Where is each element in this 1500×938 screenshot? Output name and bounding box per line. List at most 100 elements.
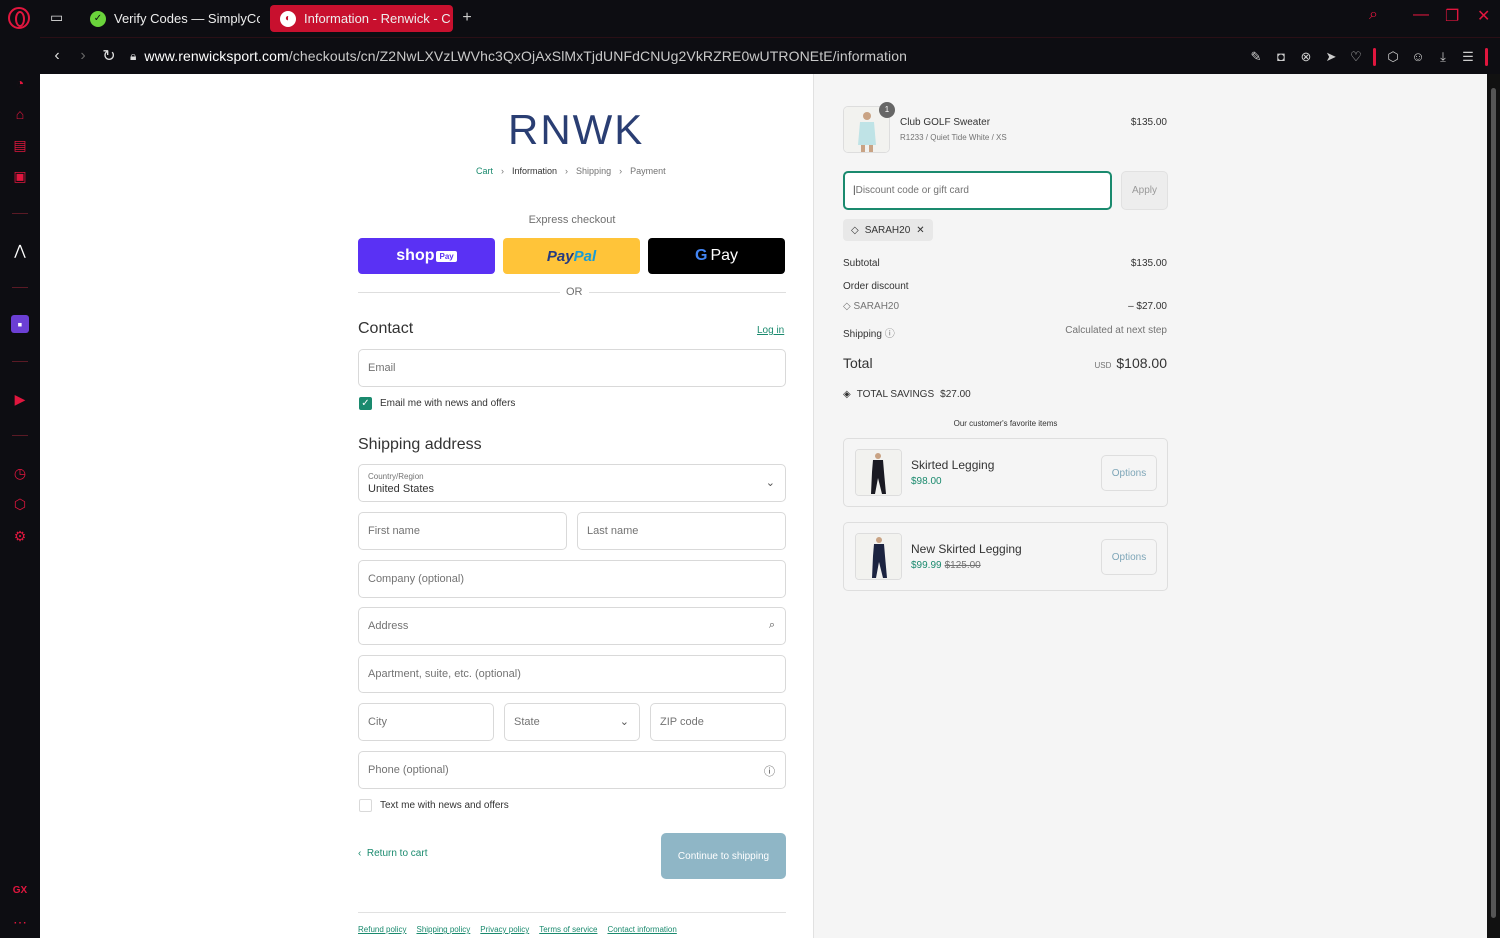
tag-icon: ◇	[843, 301, 854, 312]
email-optin-checkbox[interactable]: ✓	[359, 397, 372, 410]
new-tab-icon[interactable]: +	[458, 9, 476, 27]
privacy-policy-link[interactable]: Privacy policy	[480, 925, 529, 934]
profile-icon[interactable]: ☺	[1410, 49, 1426, 65]
send-icon[interactable]: ➤	[1323, 49, 1339, 65]
more-icon[interactable]: ⋯	[11, 913, 29, 931]
shipping-address-heading: Shipping address	[358, 436, 482, 453]
cube-icon[interactable]: ⬡	[1385, 49, 1401, 65]
gx-corner-icon[interactable]: ▤	[11, 136, 29, 154]
continue-to-shipping-button[interactable]: Continue to shipping	[661, 833, 786, 879]
return-to-cart-link[interactable]: ‹ Return to cart	[358, 848, 427, 859]
extensions-icon[interactable]: ⬡	[11, 495, 29, 513]
apply-discount-button[interactable]: Apply	[1121, 171, 1168, 210]
settings-icon[interactable]: ⚙	[11, 527, 29, 545]
shop-pay-label: shop	[396, 247, 435, 264]
url-field[interactable]: www.renwicksport.com/checkouts/cn/Z2NwLX…	[144, 48, 907, 64]
express-checkout-label: Express checkout	[528, 214, 616, 226]
edit-icon[interactable]: ✎	[1248, 49, 1264, 65]
chevron-right-icon: ›	[619, 166, 623, 176]
download-icon[interactable]: ⤓	[1435, 49, 1451, 65]
twitch-icon[interactable]: ▪	[11, 315, 29, 333]
messenger-icon[interactable]: ▣	[11, 167, 29, 185]
log-in-link[interactable]: Log in	[757, 325, 784, 336]
help-icon[interactable]: ⓘ	[764, 763, 775, 779]
heart-icon[interactable]: ♡	[1348, 49, 1364, 65]
browser-window: ▭ ✓ Verify Codes — SimplyCo ◐ Informatio…	[0, 0, 1500, 938]
camera-icon[interactable]: ◘	[1273, 49, 1289, 65]
player-icon[interactable]: ▶	[11, 390, 29, 408]
tab-islands-icon[interactable]: ▭	[50, 9, 70, 27]
block-icon[interactable]: ⊗	[1298, 49, 1314, 65]
history-icon[interactable]: ◷	[11, 464, 29, 482]
footer-links: Refund policy Shipping policy Privacy po…	[358, 925, 677, 934]
contact-information-link[interactable]: Contact information	[607, 925, 676, 934]
gx-label[interactable]: GX	[11, 882, 29, 900]
apartment-field[interactable]: Apartment, suite, etc. (optional)	[358, 655, 786, 693]
tab-verify-codes[interactable]: ✓ Verify Codes — SimplyCo	[80, 5, 260, 32]
google-pay-button[interactable]: G Pay	[648, 238, 785, 274]
store-icon[interactable]: ⌂	[11, 105, 29, 123]
chevron-down-icon: ⌄	[765, 477, 775, 489]
shipping-policy-link[interactable]: Shipping policy	[416, 925, 470, 934]
total-savings: ◈ TOTAL SAVINGS $27.00	[843, 389, 971, 400]
minimize-icon[interactable]: —	[1413, 6, 1429, 24]
product-price: $135.00	[1130, 117, 1167, 128]
scrollbar-thumb[interactable]	[1491, 88, 1496, 918]
tag-icon: ◇	[851, 224, 859, 236]
menu-icon[interactable]: ☰	[1460, 49, 1476, 65]
reload-icon[interactable]: ↻	[96, 46, 122, 66]
breadcrumb-cart[interactable]: Cart	[476, 166, 493, 176]
opera-logo-icon[interactable]	[8, 7, 30, 29]
last-name-field[interactable]: Last name	[577, 512, 786, 550]
refund-policy-link[interactable]: Refund policy	[358, 925, 406, 934]
breadcrumb-shipping: Shipping	[576, 166, 612, 176]
search-icon[interactable]: ⌕	[1369, 6, 1378, 24]
product-name: Club GOLF Sweater	[900, 117, 991, 128]
address-field[interactable]: Address ⌕	[358, 607, 786, 645]
breadcrumb-information: Information	[512, 166, 558, 176]
sms-optin-checkbox[interactable]	[359, 799, 372, 812]
browser-sidebar: ◔ ⌂ ▤ ▣ ⋀ ▪ ▶ ◷ ⬡ ⚙ GX ⋯	[0, 37, 40, 938]
page-scrollbar[interactable]	[1487, 74, 1500, 938]
state-select[interactable]: State ⌄	[504, 703, 640, 741]
terms-of-service-link[interactable]: Terms of service	[539, 925, 597, 934]
app-icon[interactable]: ⋀	[11, 241, 29, 259]
forward-icon[interactable]: ›	[70, 47, 96, 65]
favorite-name[interactable]: New Skirted Legging	[911, 542, 1022, 556]
google-pay-label: Pay	[710, 247, 739, 264]
zip-field[interactable]: ZIP code	[650, 703, 786, 741]
email-field[interactable]: Email	[358, 349, 786, 387]
search-icon: ⌕	[768, 619, 775, 631]
paypal-button[interactable]: Pay Pal	[503, 238, 640, 274]
help-icon[interactable]: ⓘ	[885, 329, 895, 340]
first-name-field[interactable]: First name	[358, 512, 567, 550]
address-bar: ‹ › ↻ 🔒︎ www.renwicksport.com/checkouts/…	[40, 37, 1500, 74]
favorite-name[interactable]: Skirted Legging	[911, 458, 994, 472]
savings-label: TOTAL SAVINGS	[856, 389, 935, 400]
shipping-label: Shipping	[843, 329, 882, 340]
country-select[interactable]: Country/Region United States ⌄	[358, 464, 786, 502]
favorite-price: $98.00	[911, 476, 942, 487]
tab-information-renwick[interactable]: ◐ Information - Renwick - C	[270, 5, 453, 32]
options-button[interactable]: Options	[1101, 539, 1157, 575]
speed-dial-icon[interactable]: ◔	[11, 74, 29, 92]
tab-title: Information - Renwick - C	[304, 11, 451, 26]
shop-pay-button[interactable]: shop Pay	[358, 238, 495, 274]
total-label: Total	[843, 355, 873, 371]
city-field[interactable]: City	[358, 703, 494, 741]
discount-code-input[interactable]: | Discount code or gift card	[843, 171, 1112, 210]
google-g-icon: G	[694, 247, 708, 264]
options-button[interactable]: Options	[1101, 455, 1157, 491]
sidebar-divider	[12, 361, 28, 362]
phone-field[interactable]: Phone (optional) ⓘ	[358, 751, 786, 789]
paypal-label-a: Pay	[546, 247, 574, 265]
remove-code-icon[interactable]: ✕	[916, 225, 924, 236]
close-icon[interactable]: ✕	[1477, 6, 1490, 26]
store-logo[interactable]: RNWK	[508, 106, 644, 154]
company-field[interactable]: Company (optional)	[358, 560, 786, 598]
country-value: United States	[368, 483, 435, 495]
url-path: /checkouts/cn/Z2NwLXVzLWVhc3QxOjAxSlMxTj…	[288, 48, 908, 64]
discount-placeholder: Discount code or gift card	[855, 185, 969, 196]
maximize-icon[interactable]: ❐	[1445, 6, 1459, 26]
back-icon[interactable]: ‹	[44, 47, 70, 65]
